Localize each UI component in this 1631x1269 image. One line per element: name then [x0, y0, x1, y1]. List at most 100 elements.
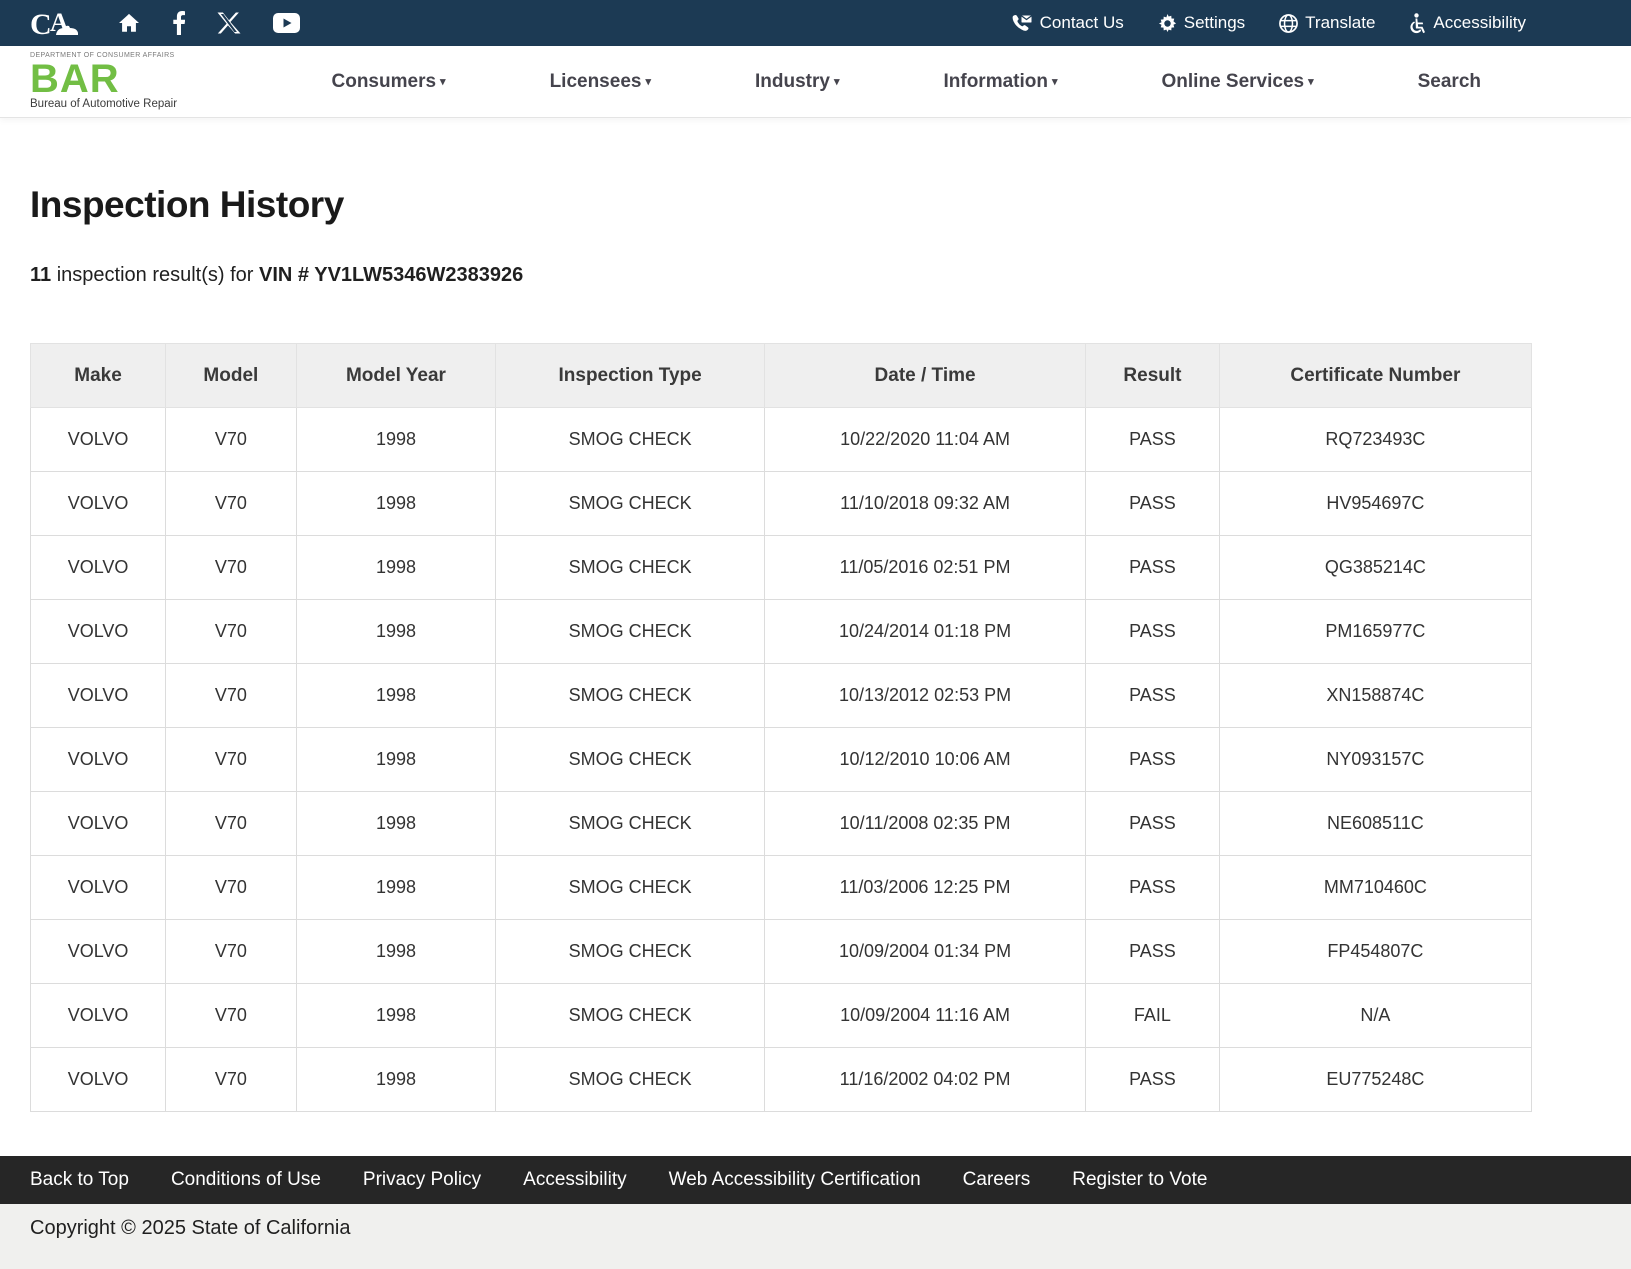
cell-model-year: 1998: [296, 472, 496, 536]
main-content: Inspection History 11 inspection result(…: [0, 118, 1631, 1156]
utility-bar: C A: [0, 0, 1631, 46]
table-row: VOLVOV701998SMOG CHECK10/09/2004 01:34 P…: [31, 920, 1532, 984]
cell-model: V70: [166, 792, 297, 856]
cell-certificate-number: QG385214C: [1219, 536, 1531, 600]
cell-make: VOLVO: [31, 984, 166, 1048]
cell-model: V70: [166, 1048, 297, 1112]
column-header-result: Result: [1086, 344, 1220, 408]
cell-date-time: 10/12/2010 10:06 AM: [764, 728, 1085, 792]
cell-inspection-type: SMOG CHECK: [496, 408, 765, 472]
nav-item-consumers[interactable]: Consumers▾: [332, 71, 446, 93]
copyright-text: Copyright © 2025 State of California: [0, 1204, 1631, 1269]
cell-certificate-number: RQ723493C: [1219, 408, 1531, 472]
cell-certificate-number: NE608511C: [1219, 792, 1531, 856]
site-footer: Back to Top Conditions of Use Privacy Poli…: [0, 1156, 1631, 1269]
cell-inspection-type: SMOG CHECK: [496, 792, 765, 856]
nav-item-licensees[interactable]: Licensees▾: [550, 71, 651, 93]
cell-make: VOLVO: [31, 1048, 166, 1112]
footer-link-privacy-policy[interactable]: Privacy Policy: [363, 1169, 481, 1191]
main-nav: Consumers▾ Licensees▾ Industry▾ Information…: [332, 71, 1482, 93]
cell-date-time: 10/09/2004 01:34 PM: [764, 920, 1085, 984]
cell-result: PASS: [1086, 728, 1220, 792]
cell-inspection-type: SMOG CHECK: [496, 1048, 765, 1112]
chevron-down-icon: ▾: [834, 76, 840, 88]
nav-item-information[interactable]: Information▾: [943, 71, 1057, 93]
footer-link-accessibility[interactable]: Accessibility: [523, 1169, 626, 1191]
cell-model-year: 1998: [296, 664, 496, 728]
bar-logo[interactable]: DEPARTMENT OF CONSUMER AFFAIRS BAR Burea…: [30, 52, 177, 111]
footer-link-web-accessibility-certification[interactable]: Web Accessibility Certification: [669, 1169, 921, 1191]
ca-gov-logo[interactable]: C A: [30, 7, 86, 39]
chevron-down-icon: ▾: [645, 76, 651, 88]
contact-us-link[interactable]: Contact Us: [1011, 13, 1124, 33]
wheelchair-icon: [1409, 13, 1426, 34]
cell-result: PASS: [1086, 536, 1220, 600]
cell-inspection-type: SMOG CHECK: [496, 600, 765, 664]
cell-date-time: 11/16/2002 04:02 PM: [764, 1048, 1085, 1112]
results-summary: 11 inspection result(s) for VIN # YV1LW5…: [30, 264, 1631, 287]
nav-item-search[interactable]: Search: [1418, 71, 1481, 93]
cell-certificate-number: FP454807C: [1219, 920, 1531, 984]
cell-model-year: 1998: [296, 728, 496, 792]
cell-result: PASS: [1086, 1048, 1220, 1112]
table-row: VOLVOV701998SMOG CHECK10/22/2020 11:04 A…: [31, 408, 1532, 472]
cell-inspection-type: SMOG CHECK: [496, 920, 765, 984]
table-row: VOLVOV701998SMOG CHECK10/24/2014 01:18 P…: [31, 600, 1532, 664]
column-header-make: Make: [31, 344, 166, 408]
cell-make: VOLVO: [31, 472, 166, 536]
table-row: VOLVOV701998SMOG CHECK10/13/2012 02:53 P…: [31, 664, 1532, 728]
cell-result: FAIL: [1086, 984, 1220, 1048]
globe-icon: [1279, 14, 1298, 33]
cell-model: V70: [166, 536, 297, 600]
social-links: C A: [30, 7, 300, 39]
accessibility-link[interactable]: Accessibility: [1409, 13, 1526, 34]
column-header-date-time: Date / Time: [764, 344, 1085, 408]
cell-date-time: 11/03/2006 12:25 PM: [764, 856, 1085, 920]
cell-certificate-number: N/A: [1219, 984, 1531, 1048]
cell-model-year: 1998: [296, 408, 496, 472]
contact-us-label: Contact Us: [1040, 13, 1124, 33]
cell-model-year: 1998: [296, 536, 496, 600]
cell-certificate-number: NY093157C: [1219, 728, 1531, 792]
facebook-icon[interactable]: [172, 11, 185, 35]
cell-make: VOLVO: [31, 728, 166, 792]
column-header-model: Model: [166, 344, 297, 408]
gear-icon: [1158, 14, 1177, 33]
cell-result: PASS: [1086, 408, 1220, 472]
inspection-history-table: MakeModelModel YearInspection TypeDate /…: [30, 343, 1532, 1112]
cell-model-year: 1998: [296, 920, 496, 984]
cell-date-time: 10/22/2020 11:04 AM: [764, 408, 1085, 472]
cell-model: V70: [166, 984, 297, 1048]
cell-date-time: 10/13/2012 02:53 PM: [764, 664, 1085, 728]
cell-date-time: 10/24/2014 01:18 PM: [764, 600, 1085, 664]
cell-result: PASS: [1086, 472, 1220, 536]
nav-item-online-services[interactable]: Online Services▾: [1162, 71, 1314, 93]
result-text: inspection result(s) for: [51, 264, 259, 286]
translate-link[interactable]: Translate: [1279, 13, 1375, 33]
x-twitter-icon[interactable]: [217, 12, 241, 34]
page-title: Inspection History: [30, 118, 1631, 226]
settings-link[interactable]: Settings: [1158, 13, 1245, 33]
cell-inspection-type: SMOG CHECK: [496, 472, 765, 536]
footer-link-careers[interactable]: Careers: [963, 1169, 1031, 1191]
table-row: VOLVOV701998SMOG CHECK11/16/2002 04:02 P…: [31, 1048, 1532, 1112]
settings-label: Settings: [1184, 13, 1245, 33]
bar-logo-acronym: BAR: [30, 60, 177, 98]
cell-date-time: 10/09/2004 11:16 AM: [764, 984, 1085, 1048]
table-row: VOLVOV701998SMOG CHECK10/09/2004 11:16 A…: [31, 984, 1532, 1048]
cell-model-year: 1998: [296, 600, 496, 664]
footer-link-back-to-top[interactable]: Back to Top: [30, 1169, 129, 1191]
footer-link-register-to-vote[interactable]: Register to Vote: [1072, 1169, 1207, 1191]
cell-model: V70: [166, 920, 297, 984]
home-icon[interactable]: [118, 13, 140, 33]
cell-make: VOLVO: [31, 600, 166, 664]
chevron-down-icon: ▾: [1308, 76, 1314, 88]
footer-link-conditions-of-use[interactable]: Conditions of Use: [171, 1169, 321, 1191]
cell-certificate-number: MM710460C: [1219, 856, 1531, 920]
cell-make: VOLVO: [31, 664, 166, 728]
nav-item-industry[interactable]: Industry▾: [755, 71, 839, 93]
cell-date-time: 10/11/2008 02:35 PM: [764, 792, 1085, 856]
cell-certificate-number: XN158874C: [1219, 664, 1531, 728]
youtube-icon[interactable]: [273, 13, 300, 33]
cell-model-year: 1998: [296, 856, 496, 920]
